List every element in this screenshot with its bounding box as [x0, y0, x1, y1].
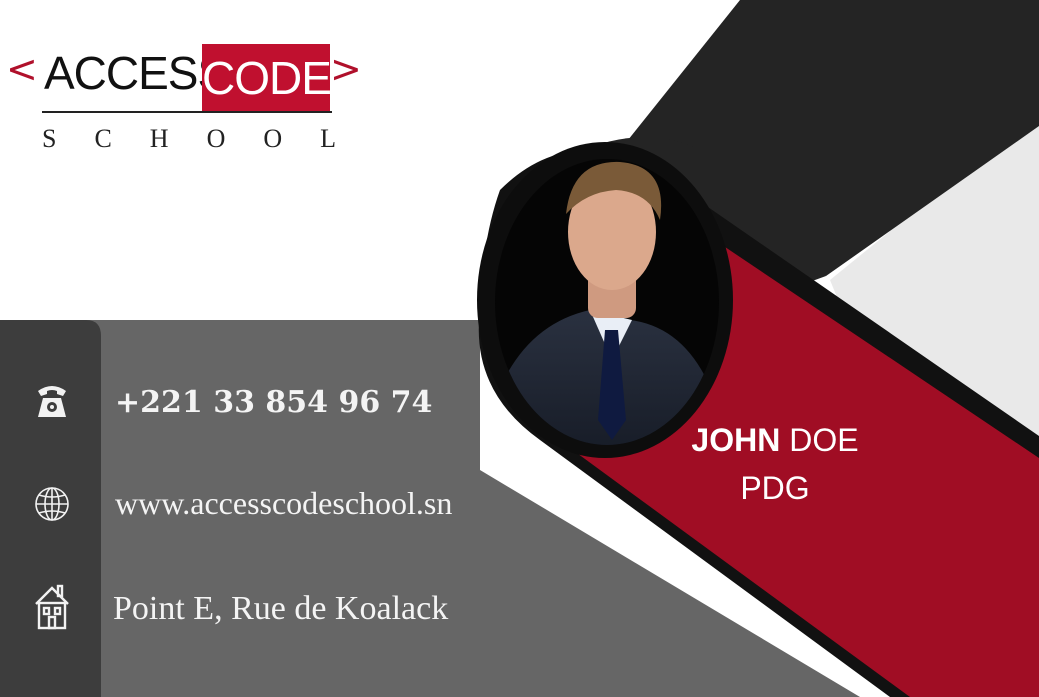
- logo-subtitle: SCHOOL: [42, 124, 375, 153]
- phone-icon: [38, 386, 66, 417]
- home-icon: [35, 584, 69, 630]
- brand-logo: < ACCESS CODE > SCHOOL: [6, 44, 366, 154]
- logo-bracket-left: <: [6, 47, 38, 91]
- logo-word-access: ACCESS: [44, 47, 228, 99]
- logo-bracket-right: >: [330, 47, 362, 91]
- person-name: JOHN DOE: [650, 422, 900, 459]
- person-first-name: JOHN: [691, 422, 781, 458]
- address-text: Point E, Rue de Koalack: [113, 590, 449, 627]
- phone-number: +221 33 854 96 74: [115, 385, 433, 420]
- person-last-name: DOE: [789, 422, 859, 458]
- logo-word-code: CODE: [202, 44, 332, 112]
- person-role: PDG: [740, 470, 810, 506]
- globe-icon: [35, 487, 69, 521]
- logo-rule: [42, 111, 332, 113]
- website-link[interactable]: www.accesscodeschool.sn: [115, 485, 452, 522]
